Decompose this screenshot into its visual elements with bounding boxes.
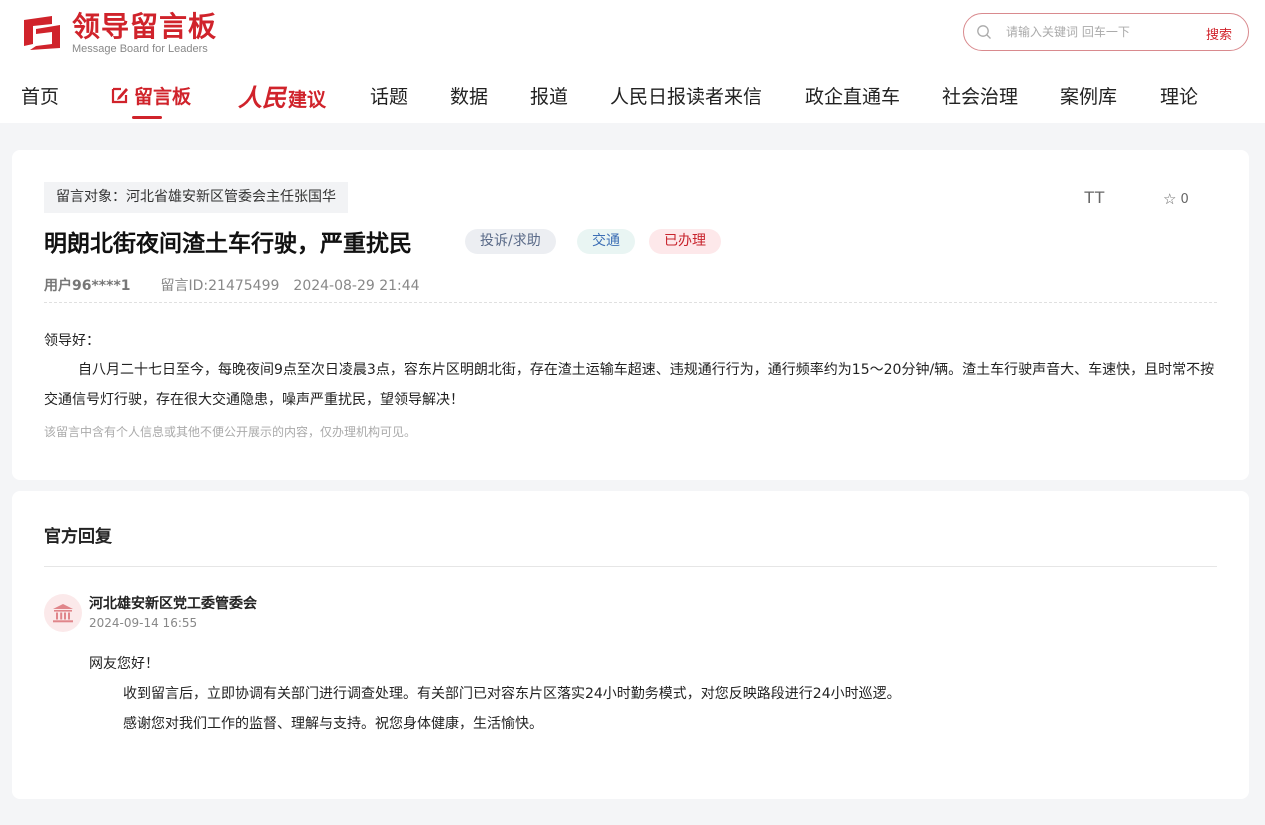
reply-datetime: 2024-09-14 16:55 xyxy=(89,616,198,630)
nav-item-data[interactable]: 数据 xyxy=(450,82,488,109)
reply-paragraph: 收到留言后，立即协调有关部门进行调查处理。有关部门已对容东片区落实24小时勤务模… xyxy=(123,686,901,702)
site-header: 领导留言板 Message Board for Leaders 搜索 首页 留言… xyxy=(0,0,1265,123)
type-badge[interactable]: 投诉/求助 xyxy=(465,229,556,254)
reply-paragraph: 感谢您对我们工作的监督、理解与支持。祝您身体健康，生活愉快。 xyxy=(123,716,543,732)
search-button[interactable]: 搜索 xyxy=(1206,24,1232,43)
message-meta: 用户96****1 留言ID:21475499 2024-08-29 21:44 xyxy=(44,275,420,295)
star-icon: ☆ xyxy=(1163,190,1177,208)
logo-subtitle: Message Board for Leaders xyxy=(72,43,208,55)
nav-item-suggestion-label: 建议 xyxy=(288,89,327,111)
nav-active-underline xyxy=(132,116,162,119)
divider xyxy=(44,302,1217,303)
message-id: 留言ID:21475499 xyxy=(160,278,280,294)
message-greeting: 领导好： xyxy=(44,333,100,349)
site-logo[interactable]: 领导留言板 Message Board for Leaders xyxy=(22,12,217,55)
nav-item-message-board-label: 留言板 xyxy=(134,86,192,108)
logo-mark-icon xyxy=(22,12,62,52)
privacy-note: 该留言中含有个人信息或其他不便公开展示的内容，仅办理机构可见。 xyxy=(44,425,417,439)
nav-item-case-library[interactable]: 案例库 xyxy=(1060,82,1117,109)
reply-card: 官方回复 河北雄安新区党工委管委会 2024-09-14 16:55 网友您好！… xyxy=(12,491,1249,799)
nav-item-home[interactable]: 首页 xyxy=(21,82,59,109)
message-title: 明朗北街夜间渣土车行驶，严重扰民 xyxy=(44,231,412,257)
nav-item-theory[interactable]: 理论 xyxy=(1160,82,1198,109)
nav-item-topics[interactable]: 话题 xyxy=(370,82,408,109)
message-user: 用户96****1 xyxy=(44,278,131,294)
font-size-icon[interactable]: TT xyxy=(1084,188,1105,208)
message-datetime: 2024-08-29 21:44 xyxy=(293,278,420,294)
government-building-icon xyxy=(53,604,73,623)
message-target: 留言对象：河北省雄安新区管委会主任张国华 xyxy=(44,182,348,213)
message-card: 留言对象：河北省雄安新区管委会主任张国华 TT ☆ 0 明朗北街夜间渣土车行驶，… xyxy=(12,150,1249,480)
search-box: 搜索 xyxy=(963,13,1249,51)
nav-item-message-board[interactable]: 留言板 xyxy=(110,82,191,109)
nav-item-reports[interactable]: 报道 xyxy=(530,82,568,109)
main-nav: 首页 留言板 人民 建议 话题 数据 报道 人民日报读者来信 政企直通车 社会治理… xyxy=(0,78,1265,119)
reply-greeting: 网友您好！ xyxy=(89,656,159,672)
message-body: 自八月二十七日至今，每晚夜间9点至次日凌晨3点，容东片区明朗北街，存在渣土运输车… xyxy=(44,362,1215,408)
nav-item-people-script: 人民 xyxy=(238,83,286,112)
search-input[interactable] xyxy=(1006,25,1176,39)
favorite-count: 0 xyxy=(1180,191,1189,207)
search-icon xyxy=(977,25,991,39)
nav-item-readers-letters[interactable]: 人民日报读者来信 xyxy=(610,82,762,109)
favorite-button[interactable]: ☆ 0 xyxy=(1163,190,1189,208)
status-badge: 已办理 xyxy=(649,229,721,254)
divider xyxy=(44,566,1217,567)
department-name: 河北雄安新区党工委管委会 xyxy=(89,596,257,612)
department-avatar xyxy=(44,594,82,632)
reply-heading: 官方回复 xyxy=(44,527,112,547)
nav-item-gov-enterprise[interactable]: 政企直通车 xyxy=(805,82,900,109)
edit-icon xyxy=(111,87,128,104)
nav-item-people-suggestion[interactable]: 人民 建议 xyxy=(238,78,326,113)
logo-text: 领导留言板 Message Board for Leaders xyxy=(72,10,218,56)
nav-item-social-governance[interactable]: 社会治理 xyxy=(942,82,1018,109)
field-badge[interactable]: 交通 xyxy=(577,229,635,254)
logo-title: 领导留言板 xyxy=(72,10,218,43)
